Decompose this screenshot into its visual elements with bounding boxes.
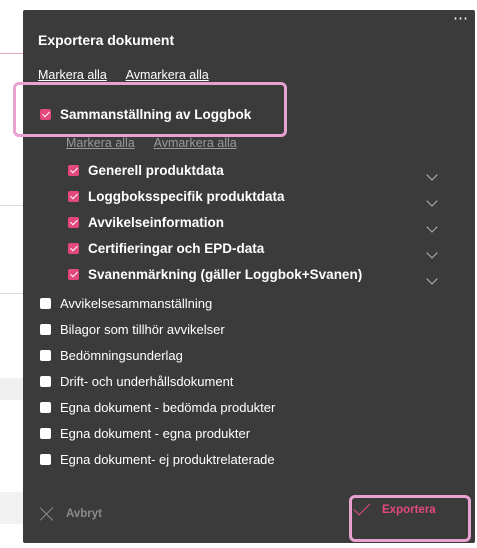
checkbox-label: Bedömningsunderlag: [60, 348, 183, 363]
chevron-down-icon[interactable]: [426, 169, 438, 181]
group-item-row[interactable]: Generell produktdata: [68, 163, 224, 178]
option-row[interactable]: Egna dokument - bedömda produkter: [40, 400, 275, 415]
chevron-down-icon[interactable]: [426, 247, 438, 259]
checkbox-label: Sammanställning av Loggbok: [60, 107, 252, 122]
chevron-down-icon[interactable]: [426, 273, 438, 285]
group-item-row[interactable]: Avvikelseinformation: [68, 215, 224, 230]
checkmark-icon: [353, 498, 371, 516]
group-select-links: Markera alla Avmarkera alla: [66, 136, 253, 150]
deselect-all-link[interactable]: Avmarkera alla: [126, 68, 209, 82]
background-divider: [0, 293, 23, 294]
checkbox-label: Svanenmärkning (gäller Loggbok+Svanen): [88, 267, 363, 282]
select-all-link[interactable]: Markera alla: [38, 68, 107, 82]
checkbox-label: Egna dokument - egna produkter: [60, 426, 251, 441]
export-dialog: ⋯ Exportera dokument Markera alla Avmark…: [23, 10, 475, 543]
checkbox-label: Drift- och underhållsdokument: [60, 374, 234, 389]
option-row[interactable]: Avvikelsesammanställning: [40, 296, 212, 311]
checkbox-unchecked[interactable]: [40, 324, 51, 335]
checkbox-checked[interactable]: [68, 165, 79, 176]
checkbox-unchecked[interactable]: [40, 376, 51, 387]
option-row[interactable]: Egna dokument- ej produktrelaterade: [40, 452, 275, 467]
checkbox-label: Bilagor som tillhör avvikelser: [60, 322, 225, 337]
group-item-row[interactable]: Loggboksspecifik produktdata: [68, 189, 285, 204]
checkbox-label: Egna dokument- ej produktrelaterade: [60, 452, 275, 467]
group-item-row[interactable]: Svanenmärkning (gäller Loggbok+Svanen): [68, 267, 362, 282]
group-deselect-all-link[interactable]: Avmarkera alla: [154, 136, 237, 150]
group-item-row[interactable]: Certifieringar och EPD-data: [68, 241, 264, 256]
checkbox-label: Generell produktdata: [88, 163, 224, 178]
checkbox-unchecked[interactable]: [40, 402, 51, 413]
option-row[interactable]: Bedömningsunderlag: [40, 348, 183, 363]
export-button[interactable]: Exportera: [353, 498, 436, 516]
checkbox-label: Egna dokument - bedömda produkter: [60, 400, 276, 415]
background-divider: [0, 205, 23, 206]
checkbox-unchecked[interactable]: [40, 350, 51, 361]
close-icon: [40, 507, 54, 521]
option-row[interactable]: Bilagor som tillhör avvikelser: [40, 322, 225, 337]
checkbox-unchecked[interactable]: [40, 454, 51, 465]
cancel-label: Avbryt: [66, 508, 102, 520]
checkbox-unchecked[interactable]: [40, 298, 51, 309]
checkbox-unchecked[interactable]: [40, 428, 51, 439]
export-label: Exportera: [382, 504, 436, 516]
checkbox-label: Certifieringar och EPD-data: [88, 241, 265, 256]
checkbox-checked[interactable]: [68, 243, 79, 254]
select-links: Markera alla Avmarkera alla: [38, 68, 225, 82]
more-options-icon[interactable]: ⋯: [453, 11, 469, 26]
checkbox-label: Loggboksspecifik produktdata: [88, 189, 285, 204]
group-checkbox-row[interactable]: Sammanställning av Loggbok: [40, 107, 251, 122]
cancel-button[interactable]: Avbryt: [40, 507, 102, 521]
background-accent-line: [0, 53, 23, 54]
dialog-title: Exportera dokument: [38, 32, 175, 48]
background-block: [0, 378, 23, 400]
checkbox-label: Avvikelseinformation: [88, 215, 225, 230]
background-block: [0, 492, 23, 524]
checkbox-checked[interactable]: [68, 217, 79, 228]
chevron-down-icon[interactable]: [426, 221, 438, 233]
checkbox-checked[interactable]: [68, 269, 79, 280]
checkbox-checked[interactable]: [68, 191, 79, 202]
checkbox-checked[interactable]: [40, 109, 51, 120]
option-row[interactable]: Egna dokument - egna produkter: [40, 426, 250, 441]
option-row[interactable]: Drift- och underhållsdokument: [40, 374, 233, 389]
chevron-down-icon[interactable]: [426, 195, 438, 207]
checkbox-label: Avvikelsesammanställning: [60, 296, 213, 311]
group-select-all-link[interactable]: Markera alla: [66, 136, 135, 150]
